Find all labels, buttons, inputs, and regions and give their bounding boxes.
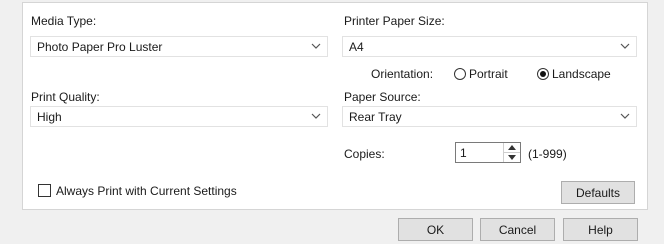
- print-quality-dropdown[interactable]: High: [30, 106, 328, 127]
- print-quality-label: Print Quality:: [31, 90, 100, 104]
- landscape-radio-label[interactable]: Landscape: [552, 67, 611, 81]
- media-type-dropdown[interactable]: Photo Paper Pro Luster: [30, 36, 328, 57]
- paper-source-dropdown[interactable]: Rear Tray: [342, 106, 637, 127]
- chevron-down-icon: [620, 43, 630, 49]
- paper-size-value: A4: [349, 40, 364, 54]
- orientation-label: Orientation:: [371, 67, 434, 81]
- portrait-radio[interactable]: [454, 68, 466, 80]
- copies-spinner[interactable]: 1: [455, 142, 521, 163]
- media-type-value: Photo Paper Pro Luster: [37, 40, 163, 54]
- portrait-radio-label[interactable]: Portrait: [469, 67, 508, 81]
- paper-size-label: Printer Paper Size:: [344, 14, 445, 28]
- paper-size-dropdown[interactable]: A4: [342, 36, 637, 57]
- always-print-label[interactable]: Always Print with Current Settings: [56, 184, 237, 198]
- cancel-button[interactable]: Cancel: [480, 218, 555, 241]
- defaults-button[interactable]: Defaults: [561, 181, 635, 204]
- copies-input[interactable]: 1: [460, 146, 467, 160]
- copies-label: Copies:: [344, 147, 385, 161]
- paper-source-label: Paper Source:: [344, 90, 421, 104]
- print-quality-value: High: [37, 110, 62, 124]
- help-button[interactable]: Help: [563, 218, 638, 241]
- always-print-checkbox[interactable]: [38, 184, 51, 197]
- media-type-label: Media Type:: [31, 14, 97, 28]
- landscape-radio[interactable]: [537, 68, 549, 80]
- chevron-down-icon: [311, 113, 321, 119]
- chevron-down-icon: [620, 113, 630, 119]
- spin-down-icon[interactable]: [504, 153, 520, 162]
- spin-up-icon[interactable]: [504, 143, 520, 153]
- chevron-down-icon: [311, 43, 321, 49]
- ok-button[interactable]: OK: [398, 218, 473, 241]
- spinner-buttons: [503, 143, 520, 162]
- paper-source-value: Rear Tray: [349, 110, 402, 124]
- copies-range: (1-999): [528, 147, 567, 161]
